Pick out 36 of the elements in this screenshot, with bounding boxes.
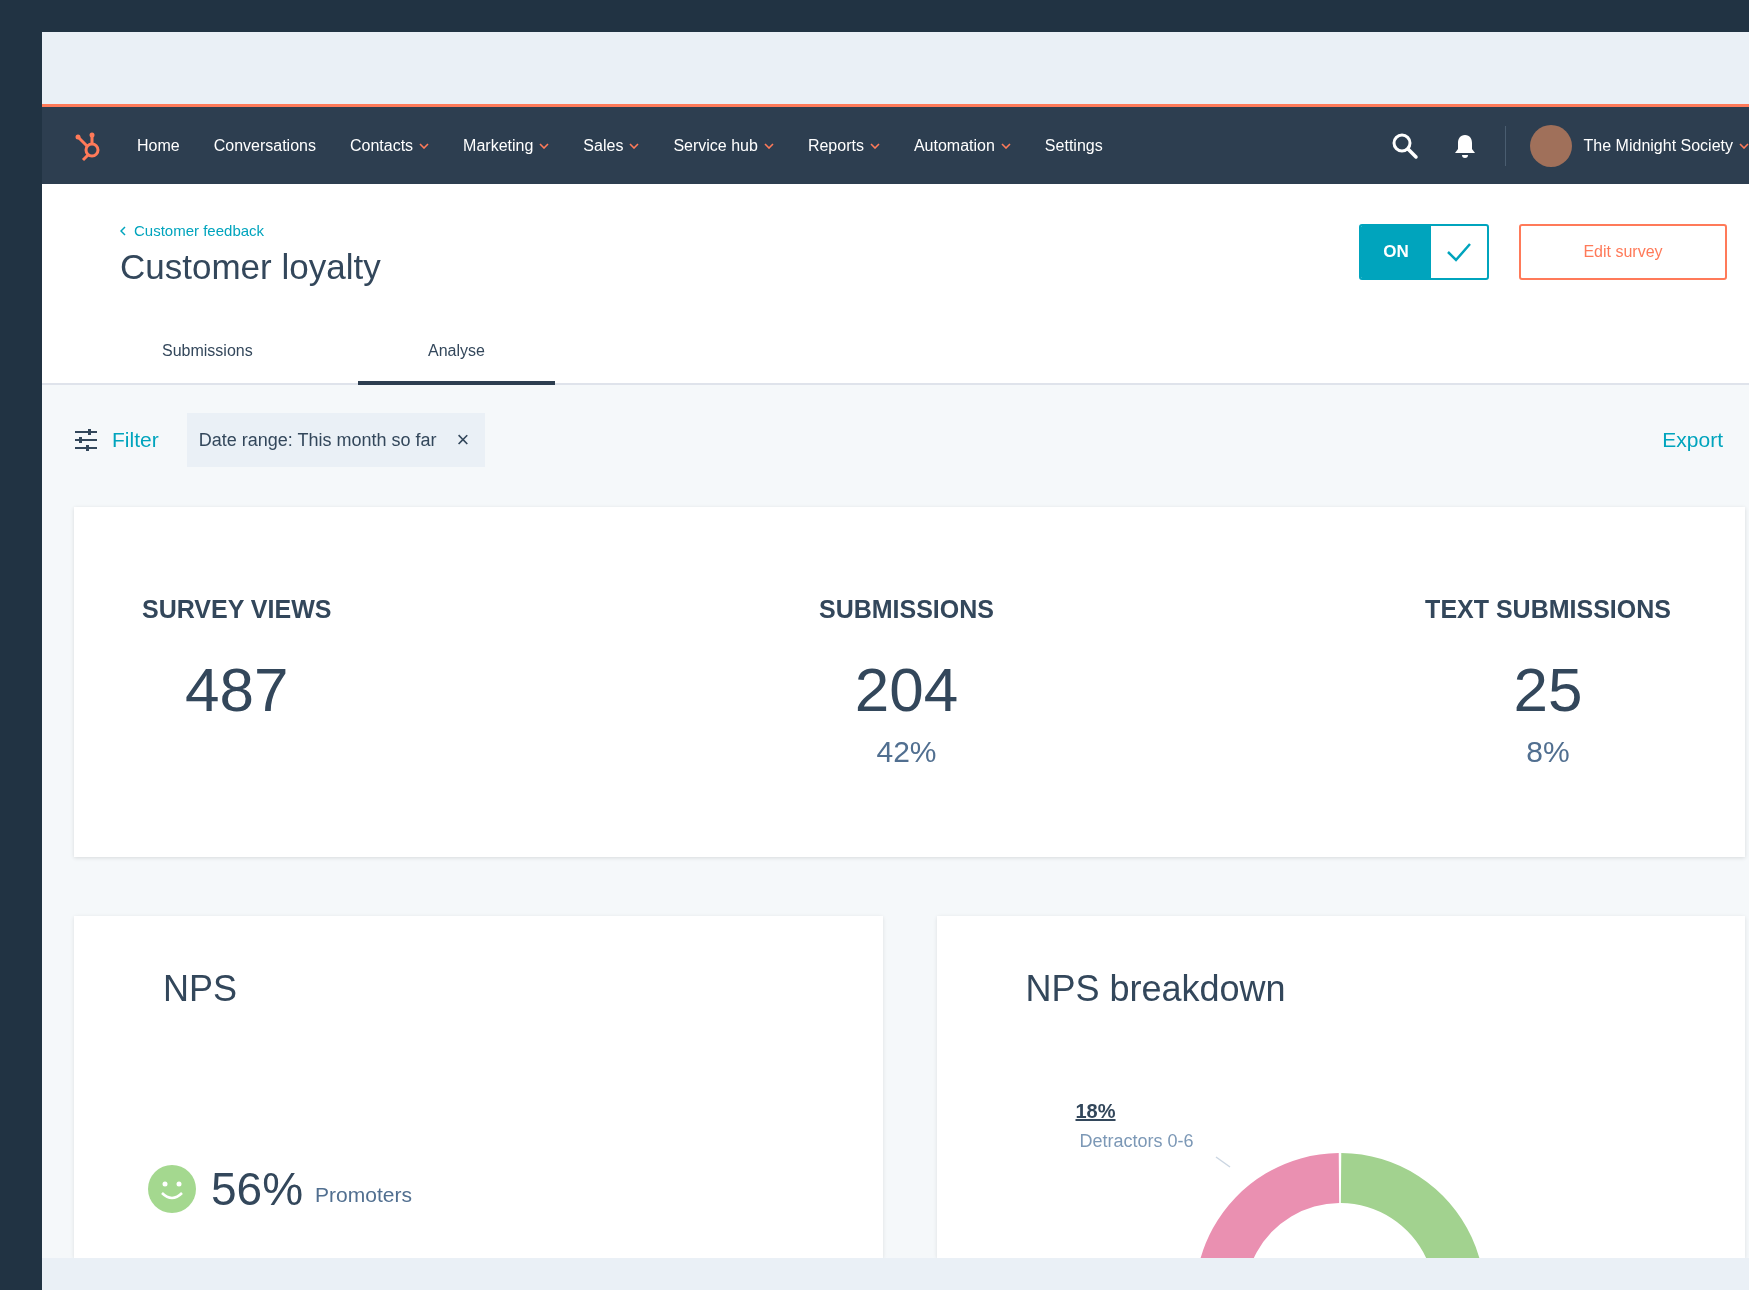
- search-icon[interactable]: [1390, 131, 1419, 160]
- nps-caption: Promoters: [315, 1183, 412, 1207]
- leader-line: [1214, 1156, 1231, 1168]
- segment-label: Detractors 0-6: [1079, 1131, 1195, 1152]
- stat-label: SUBMISSIONS: [818, 595, 994, 624]
- stat-percent: 42%: [876, 735, 937, 769]
- account-menu[interactable]: The Midnight Society: [1583, 136, 1749, 155]
- stat-percent: 8%: [1526, 735, 1570, 769]
- card-title: NPS breakdown: [1025, 968, 1287, 1010]
- page-title: Customer loyalty: [120, 247, 381, 287]
- stat-value: 487: [185, 654, 289, 725]
- stat-label: SURVEY VIEWS: [142, 595, 332, 624]
- nav-item[interactable]: Settings: [1044, 136, 1103, 155]
- stat-label: TEXT SUBMISSIONS: [1425, 595, 1671, 624]
- nav-item[interactable]: Conversations: [213, 136, 316, 155]
- tab[interactable]: Analyse: [358, 321, 555, 385]
- stat-value: 25: [1513, 654, 1583, 725]
- card-title: NPS: [163, 968, 239, 1010]
- nav-item[interactable]: Service hub: [673, 136, 774, 155]
- segment-value: 18%: [1075, 1100, 1117, 1123]
- avatar[interactable]: [1529, 124, 1572, 167]
- nav-item[interactable]: Reports: [807, 136, 880, 155]
- nav-item[interactable]: Contacts: [349, 136, 430, 155]
- close-button[interactable]: ×: [456, 427, 470, 453]
- tab[interactable]: Submissions: [120, 321, 340, 385]
- stat-value: 204: [854, 654, 959, 725]
- filter-sliders-icon[interactable]: [74, 429, 98, 451]
- check-icon: [1446, 241, 1472, 263]
- nav-item[interactable]: Home: [137, 136, 180, 155]
- chevron-left-icon: [120, 225, 126, 236]
- nav-item[interactable]: Marketing: [463, 136, 550, 155]
- smiley-icon: [147, 1164, 197, 1214]
- nps-value: 56%: [211, 1162, 304, 1216]
- filter-chip-label: Date range: This month so far: [198, 429, 437, 451]
- nav-item[interactable]: Sales: [583, 136, 640, 155]
- nav-item[interactable]: Automation: [913, 136, 1011, 155]
